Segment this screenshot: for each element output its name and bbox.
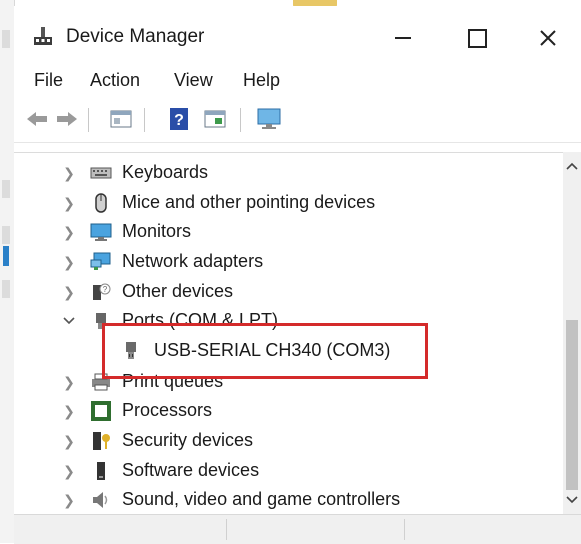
forward-icon (57, 112, 77, 126)
tree-item-network-adapters[interactable]: ❯ Network adapters (14, 247, 563, 277)
toolbar-separator (88, 108, 89, 132)
tree-item-other-devices[interactable]: ❯ ? Other devices (14, 277, 563, 307)
tree-item-processors[interactable]: ❯ Processors (14, 396, 563, 426)
minimize-icon (395, 37, 411, 39)
processor-icon (91, 401, 111, 421)
chevron-up-icon (566, 162, 578, 170)
chevron-right-icon[interactable]: ❯ (62, 247, 76, 277)
chevron-right-icon[interactable]: ❯ (62, 396, 76, 426)
help-icon: ? (170, 108, 188, 130)
sound-icon (93, 492, 108, 508)
status-bar-section (226, 519, 405, 540)
properties-button[interactable] (108, 106, 134, 132)
chevron-down-icon (566, 496, 578, 504)
back-button[interactable] (24, 106, 50, 132)
maximize-icon (467, 28, 487, 48)
software-icon (97, 462, 105, 480)
device-manager-app-icon (34, 27, 52, 45)
mouse-icon (95, 193, 107, 213)
status-bar (14, 514, 581, 544)
menu-view[interactable]: View (174, 70, 213, 91)
chevron-right-icon[interactable]: ❯ (62, 217, 76, 247)
toolbar: ? (14, 102, 581, 143)
tree-item-label: Processors (122, 400, 213, 420)
toolbar-separator (144, 108, 145, 132)
keyboard-icon (90, 167, 112, 179)
device-manager-window: Device Manager File Action View Help ? ❯… (14, 6, 581, 544)
tree-item-sound-video-game[interactable]: ❯ Sound, video and game controllers (14, 485, 563, 515)
forward-button[interactable] (54, 106, 80, 132)
scroll-down-button[interactable] (563, 490, 581, 510)
chevron-right-icon[interactable]: ❯ (62, 485, 76, 515)
tree-item-label: Network adapters (122, 251, 264, 271)
scan-hardware-button[interactable] (256, 106, 282, 132)
tree-item-monitors[interactable]: ❯ Monitors (14, 217, 563, 247)
svg-text:?: ? (103, 285, 108, 294)
tree-item-label: Other devices (122, 281, 234, 301)
security-icon (93, 432, 110, 450)
network-icon (90, 252, 111, 270)
close-button[interactable] (525, 18, 571, 58)
chevron-right-icon[interactable]: ❯ (62, 277, 76, 307)
minimize-button[interactable] (380, 18, 426, 58)
update-driver-icon (204, 110, 226, 128)
back-icon (27, 112, 47, 126)
chevron-right-icon[interactable]: ❯ (62, 367, 76, 397)
menu-bar: File Action View Help (14, 66, 581, 96)
properties-icon (110, 110, 132, 128)
tree-item-software-devices[interactable]: ❯ Software devices (14, 456, 563, 486)
scrollbar-thumb[interactable] (566, 320, 578, 490)
annotation-highlight-box (102, 323, 428, 379)
chevron-right-icon[interactable]: ❯ (62, 188, 76, 218)
tree-item-label: Mice and other pointing devices (122, 192, 376, 212)
tree-item-security-devices[interactable]: ❯ Security devices (14, 426, 563, 456)
tree-item-label: Security devices (122, 430, 254, 450)
device-tree: ❯ Keyboards ❯ Mice and other pointing de… (14, 152, 563, 515)
other-devices-icon: ? (93, 283, 111, 300)
tree-item-label: Sound, video and game controllers (122, 489, 401, 509)
monitor-scan-icon (257, 108, 281, 129)
menu-file[interactable]: File (34, 70, 63, 91)
menu-help[interactable]: Help (243, 70, 280, 91)
scroll-up-button[interactable] (563, 156, 581, 176)
maximize-button[interactable] (454, 18, 500, 58)
menu-action[interactable]: Action (90, 70, 140, 91)
monitor-icon (90, 223, 112, 241)
chevron-down-icon[interactable] (62, 306, 76, 336)
update-driver-button[interactable] (202, 106, 228, 132)
vertical-scrollbar[interactable] (563, 152, 581, 514)
chevron-right-icon[interactable]: ❯ (62, 426, 76, 456)
tree-item-label: Monitors (122, 221, 192, 241)
title-bar: Device Manager (14, 6, 581, 62)
chevron-right-icon[interactable]: ❯ (62, 456, 76, 486)
background-window-edge (0, 0, 15, 543)
tree-item-mice[interactable]: ❯ Mice and other pointing devices (14, 188, 563, 218)
toolbar-separator (240, 108, 241, 132)
close-icon (540, 30, 556, 46)
tree-item-keyboards[interactable]: ❯ Keyboards (14, 158, 563, 188)
tree-item-label: Keyboards (122, 162, 209, 182)
status-bar-section (14, 519, 227, 540)
window-title: Device Manager (66, 26, 205, 47)
tree-item-label: Software devices (122, 460, 260, 480)
chevron-right-icon[interactable]: ❯ (62, 158, 76, 188)
help-button[interactable]: ? (166, 106, 192, 132)
svg-text:?: ? (174, 112, 184, 129)
